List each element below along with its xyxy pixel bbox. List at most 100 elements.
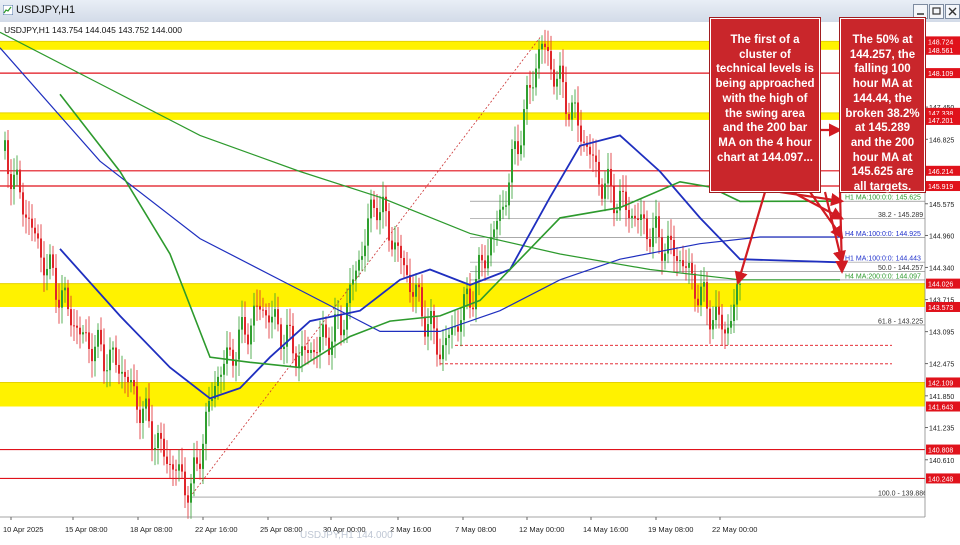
candle-body (151, 421, 153, 450)
candle-body (436, 328, 438, 355)
candle-body (580, 125, 582, 142)
candle-body (505, 205, 507, 207)
candle-body (661, 237, 663, 261)
candle-body (412, 292, 414, 297)
level-label: H4 MA:200:0:0: 144.097 (845, 273, 921, 280)
candle-body (523, 109, 525, 146)
price-tag-label: 148.109 (928, 71, 953, 78)
time-tick-label: 12 May 00:00 (519, 525, 564, 534)
price-tick-label: 143.095 (929, 330, 954, 337)
candle-body (94, 346, 96, 362)
candle-body (184, 471, 186, 496)
candle-body (487, 255, 489, 269)
candle-body (154, 447, 156, 450)
candle-body (223, 363, 225, 375)
candle-body (736, 284, 738, 305)
candle-body (142, 408, 144, 423)
time-tick-label: 10 Apr 2025 (3, 525, 43, 534)
candle-body (49, 254, 51, 269)
candle-body (415, 284, 417, 297)
candle-body (391, 240, 393, 250)
price-tag-label: 142.109 (928, 380, 953, 387)
candle-body (364, 245, 366, 257)
close-icon (948, 7, 957, 16)
candle-body (577, 102, 579, 126)
candle-body (595, 155, 597, 162)
candle-body (460, 320, 462, 332)
support-resistance-zone (0, 382, 925, 407)
candle-body (67, 287, 69, 310)
candle-body (229, 347, 231, 350)
candle-body (679, 260, 681, 262)
candle-body (277, 309, 279, 325)
candle-body (511, 149, 513, 183)
candle-body (406, 265, 408, 275)
time-tick-label: 18 Apr 08:00 (130, 525, 173, 534)
annotation-box-left: The first of a cluster of technical leve… (710, 18, 820, 192)
candle-body (397, 242, 399, 246)
price-tick-label: 145.575 (929, 202, 954, 209)
candle-body (508, 182, 510, 206)
candle-body (205, 411, 207, 444)
candle-body (10, 174, 12, 190)
candle-body (466, 288, 468, 295)
candle-body (79, 327, 81, 335)
close-button[interactable] (945, 4, 960, 19)
candle-body (691, 262, 693, 274)
candle-body (376, 208, 378, 221)
candle-body (58, 299, 60, 308)
candle-body (115, 347, 117, 365)
maximize-button[interactable] (929, 4, 944, 19)
candle-body (208, 400, 210, 412)
candle-body (655, 216, 657, 228)
candle-body (133, 380, 135, 387)
candle-body (559, 65, 561, 79)
candle-body (19, 169, 21, 193)
candle-body (76, 325, 78, 328)
candle-body (85, 332, 87, 334)
candle-body (55, 267, 57, 300)
candle-body (199, 463, 201, 469)
candle-body (301, 346, 303, 356)
candle-body (145, 398, 147, 409)
candle-body (163, 438, 165, 457)
candle-body (571, 102, 573, 120)
level-label: H4 MA:100:0:0: 144.925 (845, 231, 921, 238)
candle-body (688, 262, 690, 268)
candle-body (493, 229, 495, 238)
candle-body (643, 214, 645, 219)
candle-body (103, 344, 105, 372)
candle-body (187, 495, 189, 503)
candle-body (217, 376, 219, 387)
time-tick-label: 25 Apr 08:00 (260, 525, 303, 534)
candle-body (484, 260, 486, 269)
window-title: USDJPY,H1 (16, 4, 76, 16)
candle-body (715, 306, 717, 321)
candle-body (607, 168, 609, 184)
candle-body (589, 146, 591, 155)
candle-body (244, 316, 246, 335)
candle-body (520, 145, 522, 155)
time-tick-label: 15 Apr 08:00 (65, 525, 108, 534)
price-tag-label: 141.643 (928, 405, 953, 412)
candle-body (211, 398, 213, 401)
price-tick-label: 144.960 (929, 233, 954, 240)
candle-body (340, 314, 342, 336)
level-label: 61.8 - 143.225 (878, 318, 923, 325)
candle-body (157, 432, 159, 448)
price-tag-label: 144.026 (928, 282, 953, 289)
candle-body (40, 238, 42, 258)
price-tick-label: 141.850 (929, 394, 954, 401)
candle-body (193, 457, 195, 484)
candle-body (25, 214, 27, 218)
chart-watermark: USDJPY,H1 144.000 (300, 530, 393, 541)
minimize-button[interactable] (913, 4, 928, 19)
candle-body (292, 325, 294, 354)
candle-body (628, 209, 630, 219)
candle-body (649, 239, 651, 247)
candle-body (733, 304, 735, 322)
candle-body (316, 352, 318, 354)
price-tick-label: 141.235 (929, 426, 954, 433)
candle-body (295, 353, 297, 368)
candle-body (7, 140, 9, 175)
